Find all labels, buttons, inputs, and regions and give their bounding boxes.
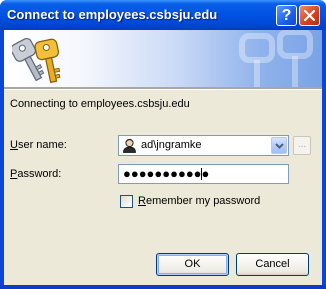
username-dropdown-button[interactable] [271, 137, 287, 154]
remember-label-text: emember my password [145, 195, 261, 207]
username-label: User name: [10, 139, 67, 151]
ok-button[interactable]: OK [156, 253, 229, 276]
keys-icon [12, 37, 61, 84]
close-icon [304, 10, 315, 21]
banner-divider [4, 87, 322, 90]
dialog-window: Connect to employees.csbsju.edu ? Connec… [0, 0, 326, 289]
banner-watermark-icon [239, 30, 313, 87]
username-label-text: ser name: [17, 139, 67, 151]
password-label-text: assword: [17, 168, 62, 180]
connecting-message: Connecting to employees.csbsju.edu [10, 98, 190, 110]
username-label-accel: U [10, 139, 18, 151]
chevron-down-icon [275, 143, 284, 149]
text-caret [201, 168, 202, 180]
password-masked-value: ●●●●●●●●●●● [123, 166, 210, 181]
user-icon [123, 138, 136, 153]
password-field[interactable]: ●●●●●●●●●●● [118, 164, 289, 184]
remember-password-label[interactable]: Remember my password [138, 195, 260, 207]
username-value: ad\jngramke [141, 139, 202, 151]
title-bar[interactable]: Connect to employees.csbsju.edu ? [0, 0, 326, 30]
username-combobox[interactable]: ad\jngramke [118, 135, 289, 156]
window-title: Connect to employees.csbsju.edu [7, 7, 218, 22]
banner [4, 30, 322, 87]
window-bottom-border [0, 285, 326, 289]
remember-password-checkbox[interactable] [120, 195, 133, 208]
remember-label-accel: R [138, 195, 146, 207]
dialog-body: Connecting to employees.csbsju.edu User … [4, 30, 322, 285]
cancel-button[interactable]: Cancel [236, 253, 309, 276]
close-button[interactable] [299, 5, 320, 26]
help-button[interactable]: ? [276, 5, 297, 26]
browse-button[interactable]: ... [293, 136, 311, 155]
password-label: Password: [10, 168, 61, 180]
